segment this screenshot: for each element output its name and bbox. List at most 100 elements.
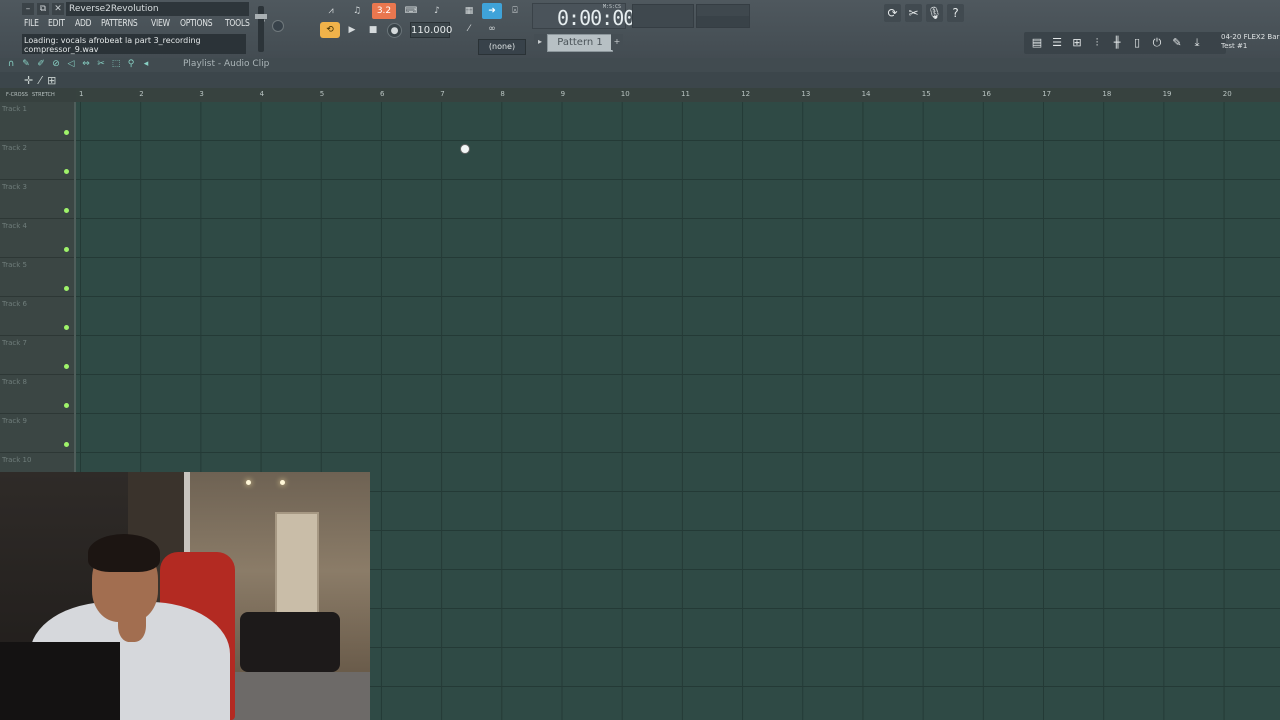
restore-icon[interactable]: ⧉ xyxy=(37,3,49,15)
zoom-icon[interactable]: ⚲ xyxy=(126,59,136,69)
minimize-icon[interactable]: – xyxy=(22,3,34,15)
main-toolbar: – ⧉ ✕ Reverse2Revolution FILE EDIT ADD P… xyxy=(0,0,1280,59)
channel-rack-icon[interactable]: ☰ xyxy=(1048,35,1066,51)
record-icon[interactable]: ● xyxy=(387,23,402,38)
mute-icon[interactable]: ◁ xyxy=(66,59,76,69)
slice-icon[interactable]: ✂ xyxy=(96,59,106,69)
track-header[interactable]: Track 10 xyxy=(0,453,76,472)
track-name: Track 6 xyxy=(2,300,27,308)
track-mute-led[interactable] xyxy=(64,247,69,252)
track-header[interactable]: Track 1 xyxy=(0,102,76,141)
move-icon[interactable]: ✛ xyxy=(24,74,33,87)
menu-view[interactable]: VIEW xyxy=(151,18,170,29)
news-panel[interactable]: 04-20 FLEX2 Bar Test #1 xyxy=(1221,33,1280,53)
playback-icon[interactable]: ◂ xyxy=(141,59,151,69)
tools-icon[interactable]: ✂ xyxy=(905,4,922,22)
track-mute-led[interactable] xyxy=(64,130,69,135)
bar-number: 6 xyxy=(380,90,385,98)
menu-add[interactable]: ADD xyxy=(75,18,92,29)
piano-icon[interactable]: ▦ xyxy=(459,3,479,19)
magnet-icon[interactable]: ∩ xyxy=(6,59,16,69)
track-name: Track 1 xyxy=(2,105,27,113)
menu-options[interactable]: OPTIONS xyxy=(180,18,213,29)
track-mute-led[interactable] xyxy=(64,286,69,291)
pattern-add-icon[interactable]: + xyxy=(611,34,623,50)
master-volume-slider[interactable] xyxy=(255,6,267,52)
pattern-none-selector[interactable]: (none) xyxy=(478,39,526,55)
bar-number: 2 xyxy=(139,90,144,98)
track-header[interactable]: Track 7 xyxy=(0,336,76,375)
menu-edit[interactable]: EDIT xyxy=(48,18,65,29)
delete-icon[interactable]: ⊘ xyxy=(51,59,61,69)
stop-icon[interactable]: ■ xyxy=(364,22,382,38)
timeline-ruler[interactable]: 1 2 3 4 5 6 7 8 9 10 11 12 13 14 15 16 17 18 19 20 xyxy=(76,88,1280,103)
webcam-sofa xyxy=(240,612,340,672)
track-mute-led[interactable] xyxy=(64,442,69,447)
bar-number: 8 xyxy=(500,90,505,98)
track-mute-led[interactable] xyxy=(64,403,69,408)
undo-history-icon[interactable]: ⟳ xyxy=(884,4,901,22)
close-icon[interactable]: ✕ xyxy=(52,3,64,15)
pattern-selector[interactable]: Pattern 1 xyxy=(547,34,613,52)
crossfade-label[interactable]: F-CROSS xyxy=(6,92,28,98)
track-mute-led[interactable] xyxy=(64,208,69,213)
track-header[interactable]: Track 2 xyxy=(0,141,76,180)
window-controls: – ⧉ ✕ xyxy=(22,3,64,15)
track-header[interactable]: Track 5 xyxy=(0,258,76,297)
track-name: Track 3 xyxy=(2,183,27,191)
piano-roll-icon[interactable]: ⊞ xyxy=(1068,35,1086,51)
pencil-icon[interactable]: ✎ xyxy=(21,59,31,69)
master-pitch-knob[interactable] xyxy=(272,20,284,32)
bar-number: 5 xyxy=(319,90,325,98)
pick-icon[interactable]: ⁄ xyxy=(39,74,41,87)
bar-number: 7 xyxy=(440,90,445,98)
bar-number: 10 xyxy=(620,90,630,98)
track-header[interactable]: Track 3 xyxy=(0,180,76,219)
track-mute-led[interactable] xyxy=(64,364,69,369)
track-headers: Track 1 Track 2 Track 3 Track 4 Track 5 Track… xyxy=(0,102,76,472)
blend-notes-icon[interactable]: ♪ xyxy=(426,3,448,19)
select-icon[interactable]: ⬚ xyxy=(111,59,121,69)
mixer-sliders-icon[interactable]: ╫ xyxy=(1108,35,1126,51)
wait-input-icon[interactable]: ♫ xyxy=(346,3,368,19)
menu-patterns[interactable]: PATTERNS xyxy=(101,18,138,29)
tempo-tapper-icon[interactable]: ✎ xyxy=(1168,35,1186,51)
oscilloscope-monitor xyxy=(696,4,750,28)
countdown-icon[interactable]: ⍓ xyxy=(505,3,525,19)
tempo-display[interactable]: 110.000 xyxy=(410,22,452,38)
playlist-subbar: ✛ ⁄ ⊞ xyxy=(0,72,1280,88)
track-header[interactable]: Track 4 xyxy=(0,219,76,258)
track-header[interactable]: Track 9 xyxy=(0,414,76,453)
track-mute-led[interactable] xyxy=(64,169,69,174)
link-icon[interactable]: ∞ xyxy=(482,21,502,37)
typing-keyboard-icon[interactable]: ⌨ xyxy=(400,3,422,19)
track-name: Track 4 xyxy=(2,222,27,230)
pattern-song-toggle-icon[interactable]: ⟲ xyxy=(320,22,340,38)
mixer-icon[interactable]: ⫶ xyxy=(1088,35,1106,51)
brush-icon[interactable]: ⁄ xyxy=(459,21,479,37)
stretch-label[interactable]: STRETCH xyxy=(32,92,55,98)
menu-file[interactable]: FILE xyxy=(24,18,39,29)
download-icon[interactable]: ⤓ xyxy=(1188,35,1206,51)
grid-icon[interactable]: ⊞ xyxy=(47,74,56,87)
track-name: Track 2 xyxy=(2,144,27,152)
step-edit-icon[interactable]: ➜ xyxy=(482,3,502,19)
snap-button[interactable]: 3.2 xyxy=(372,3,396,19)
track-header[interactable]: Track 8 xyxy=(0,375,76,414)
play-icon[interactable]: ▶ xyxy=(343,22,361,38)
plugin-icon[interactable]: ⏻ xyxy=(1148,35,1166,51)
metronome-icon[interactable]: ⩘ xyxy=(320,3,342,19)
slip-icon[interactable]: ⇔ xyxy=(81,59,91,69)
microphone-icon[interactable]: 🎙 xyxy=(926,4,943,22)
help-icon[interactable]: ? xyxy=(947,4,964,22)
track-mute-led[interactable] xyxy=(64,325,69,330)
menu-tools[interactable]: TOOLS xyxy=(225,18,250,29)
track-header[interactable]: Track 6 xyxy=(0,297,76,336)
utility-icons: ⟳ ✂ 🎙 ? xyxy=(884,4,964,22)
playlist-options: F-CROSS STRETCH xyxy=(0,88,76,102)
paint-icon[interactable]: ✐ xyxy=(36,59,46,69)
bar-number: 14 xyxy=(861,90,871,98)
pattern-prev-icon[interactable]: ▸ xyxy=(534,34,546,50)
playlist-icon[interactable]: ▤ xyxy=(1028,35,1046,51)
browser-icon[interactable]: ▯ xyxy=(1128,35,1146,51)
